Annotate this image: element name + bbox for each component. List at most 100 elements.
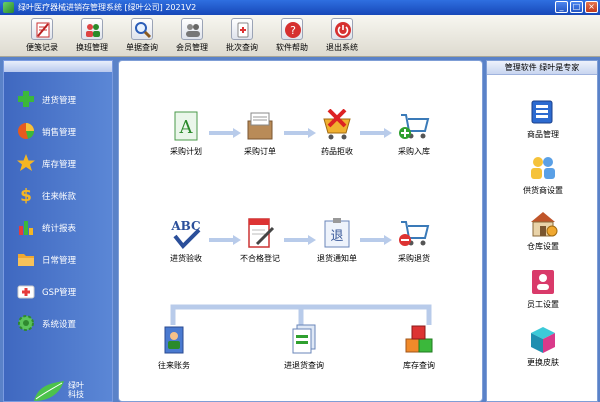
cart-add-icon bbox=[397, 109, 431, 143]
staff-settings-label: 员工设置 bbox=[527, 300, 559, 309]
stock-query-label: 库存查询 bbox=[403, 361, 435, 370]
toolbar: 便笺记录 换班管理 单据查询 会员管理 批次查询 ? 软件帮助 退出系统 bbox=[0, 15, 600, 57]
toolbar-shift-label: 换班管理 bbox=[76, 43, 108, 52]
close-button[interactable]: × bbox=[585, 1, 598, 13]
purchase-return-query-label: 进退货查询 bbox=[284, 361, 324, 370]
accounts-ledger-node[interactable]: 往来账务 bbox=[139, 323, 209, 371]
purchase-stockin-label: 采购入库 bbox=[398, 147, 430, 156]
change-skin-label: 更换皮肤 bbox=[527, 358, 559, 367]
workflow-panel: A 采购计划 采购订单 药品拒收 采购入库 ABC 进货验收 不合格登记 退 退… bbox=[118, 60, 483, 402]
drug-reject-icon bbox=[320, 108, 354, 143]
power-icon bbox=[331, 18, 353, 40]
cart-remove-icon bbox=[397, 216, 431, 250]
svg-text:A: A bbox=[179, 117, 194, 138]
warehouse-settings-item[interactable]: 仓库设置 bbox=[513, 209, 573, 252]
gear-icon bbox=[18, 315, 34, 331]
toolbar-docs-button[interactable]: 单据查询 bbox=[118, 17, 166, 55]
sidebar-item-gsp[interactable]: GSP管理 bbox=[16, 281, 111, 301]
toolbar-exit-button[interactable]: 退出系统 bbox=[318, 17, 366, 55]
product-management-label: 商品管理 bbox=[527, 130, 559, 139]
app-icon bbox=[3, 2, 14, 13]
minimize-button[interactable]: _ bbox=[555, 1, 568, 13]
nonconforming-label: 不合格登记 bbox=[240, 254, 280, 263]
sidebar-item-label: GSP管理 bbox=[42, 288, 77, 298]
sidebar-item-label: 往来帐款 bbox=[42, 192, 77, 202]
folder-icon bbox=[18, 254, 34, 266]
purchase-order-label: 采购订单 bbox=[244, 147, 276, 156]
warehouse-icon bbox=[528, 209, 558, 239]
maximize-button[interactable]: □ bbox=[570, 1, 583, 13]
document-stack-icon bbox=[287, 323, 321, 357]
toolbar-members-button[interactable]: 会员管理 bbox=[168, 17, 216, 55]
sidebar-item-reports[interactable]: 统计报表 bbox=[16, 217, 111, 237]
sidebar-item-accounts[interactable]: $ 往来帐款 bbox=[16, 185, 111, 205]
batch-icon bbox=[231, 18, 253, 40]
help-icon: ? bbox=[281, 18, 303, 40]
sidebar: 进货管理 销售管理 库存管理 $ 往来帐款 统计报表 日常管理 GSP管理 系统… bbox=[3, 60, 113, 402]
sidebar-item-sales[interactable]: 销售管理 bbox=[16, 121, 111, 141]
toolbar-docs-label: 单据查询 bbox=[126, 43, 158, 52]
toolbar-help-button[interactable]: ? 软件帮助 bbox=[268, 17, 316, 55]
sidebar-item-inventory[interactable]: 库存管理 bbox=[16, 153, 111, 173]
logo-text-line1: 绿叶 bbox=[68, 381, 84, 390]
toolbar-batch-label: 批次查询 bbox=[226, 43, 258, 52]
drug-reject-label: 药品拒收 bbox=[321, 147, 353, 156]
toolbar-help-label: 软件帮助 bbox=[276, 43, 308, 52]
pie-icon bbox=[18, 123, 34, 139]
svg-text:退: 退 bbox=[330, 229, 343, 244]
purchase-return-label: 采购退货 bbox=[398, 254, 430, 263]
purchase-return-node[interactable]: 采购退货 bbox=[379, 216, 449, 264]
stock-query-node[interactable]: 库存查询 bbox=[384, 323, 454, 371]
sidebar-item-purchase[interactable]: 进货管理 bbox=[16, 89, 111, 109]
abc-check-icon: ABC bbox=[169, 216, 203, 250]
sidebar-header bbox=[4, 61, 112, 72]
plus-icon bbox=[18, 91, 34, 107]
supplier-icon bbox=[528, 153, 558, 183]
sidebar-item-label: 统计报表 bbox=[42, 224, 77, 234]
notepad-icon bbox=[31, 18, 53, 40]
purchase-plan-label: 采购计划 bbox=[170, 147, 202, 156]
purchase-stockin-node[interactable]: 采购入库 bbox=[379, 109, 449, 157]
window-title: 绿叶医疗器械进销存管理系统 [绿叶公司] 2021V2 bbox=[18, 3, 197, 12]
members-icon bbox=[181, 18, 203, 40]
brand-logo: 绿叶 科技 bbox=[32, 379, 92, 402]
supplier-settings-item[interactable]: 供货商设置 bbox=[513, 153, 573, 196]
title-bar: 绿叶医疗器械进销存管理系统 [绿叶公司] 2021V2 _ □ × bbox=[0, 0, 600, 15]
medkit-icon bbox=[17, 285, 35, 299]
sidebar-item-label: 进货管理 bbox=[42, 96, 77, 106]
skin-icon bbox=[528, 325, 558, 355]
toolbar-members-label: 会员管理 bbox=[176, 43, 208, 52]
purchase-order-icon bbox=[243, 109, 277, 143]
users-icon bbox=[81, 18, 103, 40]
sidebar-item-label: 日常管理 bbox=[42, 256, 77, 266]
purchase-plan-icon: A bbox=[169, 109, 203, 143]
toolbar-notes-label: 便笺记录 bbox=[26, 43, 58, 52]
right-panel-header: 管理软件 绿叶是专家 bbox=[487, 61, 597, 75]
leaf-icon bbox=[34, 381, 64, 401]
toolbar-notes-button[interactable]: 便笺记录 bbox=[18, 17, 66, 55]
notebook-pen-icon bbox=[243, 216, 277, 250]
sidebar-item-label: 系统设置 bbox=[42, 320, 77, 330]
supplier-settings-label: 供货商设置 bbox=[523, 186, 563, 195]
product-management-item[interactable]: 商品管理 bbox=[513, 97, 573, 140]
purchase-return-query-node[interactable]: 进退货查询 bbox=[269, 323, 339, 371]
staff-settings-item[interactable]: 员工设置 bbox=[513, 267, 573, 310]
warehouse-settings-label: 仓库设置 bbox=[527, 242, 559, 251]
toolbar-exit-label: 退出系统 bbox=[326, 43, 358, 52]
change-skin-item[interactable]: 更换皮肤 bbox=[513, 325, 573, 368]
logo-text-line2: 科技 bbox=[68, 390, 84, 399]
right-panel: 管理软件 绿叶是专家 商品管理 供货商设置 仓库设置 员工设置 更换皮肤 bbox=[486, 60, 598, 402]
sidebar-item-settings[interactable]: 系统设置 bbox=[16, 313, 111, 333]
star-icon bbox=[17, 154, 35, 171]
sidebar-item-daily[interactable]: 日常管理 bbox=[16, 249, 111, 269]
return-notice-label: 退货通知单 bbox=[317, 254, 357, 263]
boxes-icon bbox=[402, 323, 436, 357]
toolbar-batch-button[interactable]: 批次查询 bbox=[218, 17, 266, 55]
return-note-icon: 退 bbox=[320, 216, 354, 250]
magnifier-icon bbox=[131, 18, 153, 40]
goods-acceptance-label: 进货验收 bbox=[170, 254, 202, 263]
svg-text:$: $ bbox=[20, 186, 32, 205]
product-icon bbox=[528, 97, 558, 127]
accounts-ledger-label: 往来账务 bbox=[158, 361, 190, 370]
toolbar-shift-button[interactable]: 换班管理 bbox=[68, 17, 116, 55]
